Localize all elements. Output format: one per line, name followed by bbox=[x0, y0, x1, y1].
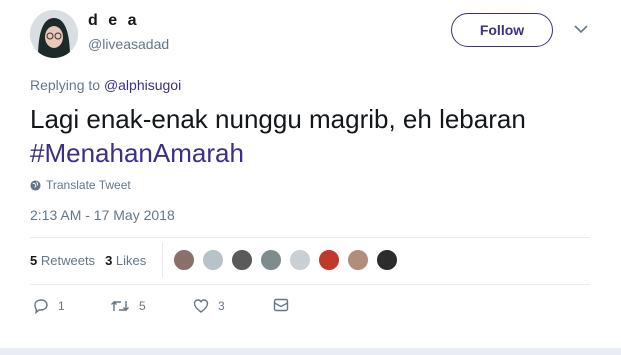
tweet-body: Lagi enak-enak nunggu magrib, eh lebaran bbox=[30, 104, 526, 134]
reply-button[interactable]: 1 bbox=[33, 298, 65, 314]
follow-button[interactable]: Follow bbox=[451, 13, 553, 47]
like-count: 3 bbox=[218, 299, 225, 313]
reply-count: 1 bbox=[58, 299, 65, 313]
translate-tweet[interactable]: Translate Tweet bbox=[30, 178, 131, 192]
avatar[interactable] bbox=[30, 10, 78, 58]
like-button[interactable]: 3 bbox=[193, 298, 225, 314]
tweet-stats: 5 Retweets 3 Likes bbox=[30, 253, 146, 268]
liker-avatar[interactable] bbox=[376, 249, 398, 271]
liker-avatar[interactable] bbox=[260, 249, 282, 271]
replying-to-label: Replying to bbox=[30, 77, 101, 93]
divider bbox=[30, 237, 590, 238]
timestamp[interactable]: 2:13 AM - 17 May 2018 bbox=[30, 207, 175, 223]
retweet-icon bbox=[111, 301, 129, 311]
user-handle[interactable]: @liveasadad bbox=[88, 36, 169, 52]
divider bbox=[30, 284, 590, 285]
replying-to: Replying to @alphisugoi bbox=[30, 77, 181, 93]
liker-avatar[interactable] bbox=[347, 249, 369, 271]
liker-avatar[interactable] bbox=[289, 249, 311, 271]
retweets-stat[interactable]: 5 Retweets bbox=[30, 253, 95, 268]
direct-message-button[interactable] bbox=[273, 298, 289, 312]
translate-label[interactable]: Translate Tweet bbox=[46, 178, 131, 192]
liker-avatar[interactable] bbox=[231, 249, 253, 271]
retweet-button[interactable]: 5 bbox=[110, 298, 146, 314]
liker-avatar[interactable] bbox=[202, 249, 224, 271]
divider bbox=[162, 242, 163, 278]
envelope-icon bbox=[273, 298, 289, 312]
hashtag-link[interactable]: #MenahanAmarah bbox=[30, 136, 600, 170]
liker-avatar[interactable] bbox=[173, 249, 195, 271]
bottom-bar bbox=[0, 348, 621, 355]
tweet-text: Lagi enak-enak nunggu magrib, eh lebaran… bbox=[30, 102, 600, 170]
globe-icon bbox=[30, 179, 41, 191]
liker-avatar[interactable] bbox=[318, 249, 340, 271]
reply-icon bbox=[34, 299, 48, 314]
likes-stat[interactable]: 3 Likes bbox=[105, 253, 146, 268]
display-name[interactable]: d e a bbox=[88, 12, 139, 30]
retweet-count: 5 bbox=[139, 299, 146, 313]
mention-link[interactable]: @alphisugoi bbox=[104, 77, 181, 93]
chevron-down-icon[interactable] bbox=[574, 24, 588, 34]
heart-icon bbox=[193, 299, 209, 313]
